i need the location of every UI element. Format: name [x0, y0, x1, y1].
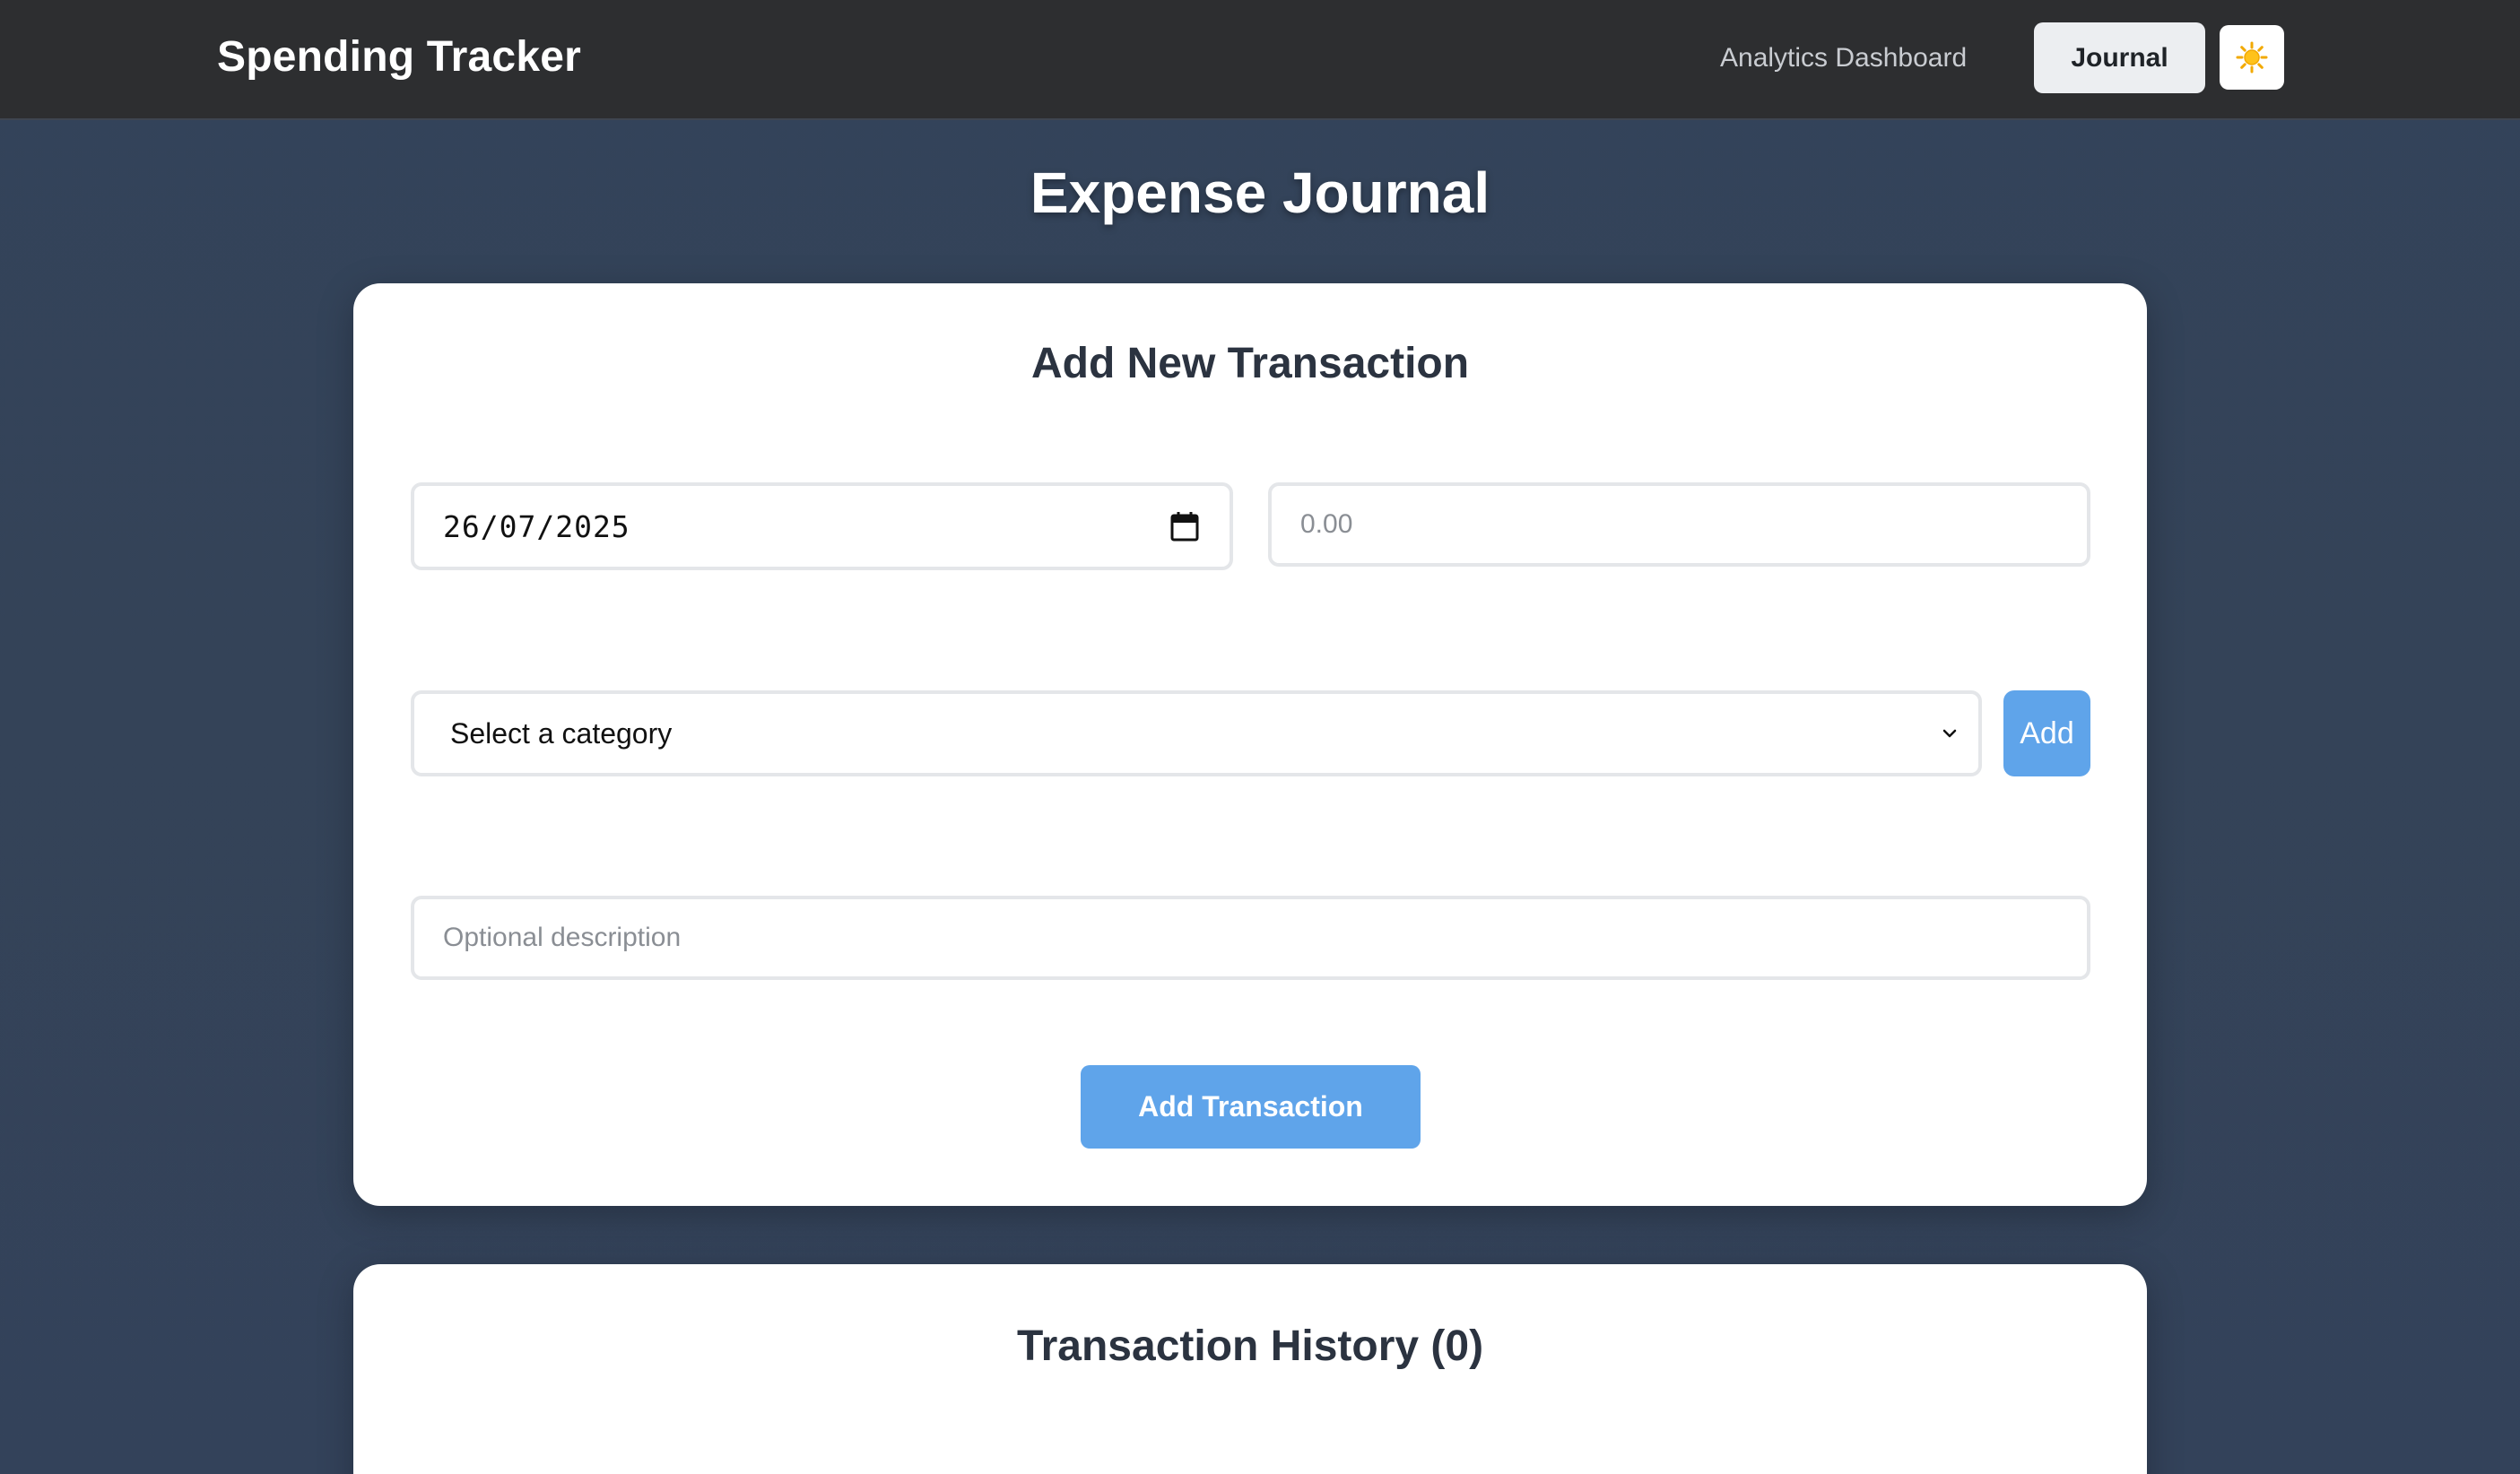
add-transaction-title: Add New Transaction — [1030, 340, 1470, 387]
top-navigation-bar: Spending Tracker Analytics Dashboard Jou… — [0, 0, 2520, 120]
date-input[interactable]: 26/07/2025 — [411, 482, 1233, 570]
page-title: Expense Journal — [1030, 160, 1490, 225]
add-transaction-button[interactable]: Add Transaction — [1081, 1065, 1421, 1149]
chevron-down-icon — [1942, 729, 1957, 738]
date-value: 26/07/2025 — [443, 508, 630, 544]
nav-journal-button[interactable]: Journal — [2034, 22, 2205, 93]
amount-placeholder: 0.00 — [1300, 509, 1353, 539]
transaction-history-card: Transaction History (0) — [353, 1264, 2147, 1474]
theme-toggle-button[interactable] — [2220, 25, 2284, 90]
calendar-icon[interactable] — [1170, 511, 1199, 542]
category-select[interactable]: Select a category — [411, 690, 1982, 776]
add-category-button[interactable]: Add — [2003, 690, 2090, 776]
nav-link-analytics-dashboard[interactable]: Analytics Dashboard — [1720, 43, 1967, 74]
app-brand[interactable]: Spending Tracker — [217, 32, 581, 82]
description-placeholder: Optional description — [443, 923, 682, 952]
description-input[interactable]: Optional description — [411, 896, 2090, 980]
sun-icon — [2236, 41, 2268, 74]
category-selected-value: Select a category — [450, 716, 673, 750]
amount-input[interactable]: 0.00 — [1268, 482, 2090, 567]
transaction-history-title: Transaction History (0) — [1016, 1322, 1484, 1370]
add-transaction-card: Add New Transaction 26/07/2025 0.00 Sele… — [353, 283, 2147, 1206]
